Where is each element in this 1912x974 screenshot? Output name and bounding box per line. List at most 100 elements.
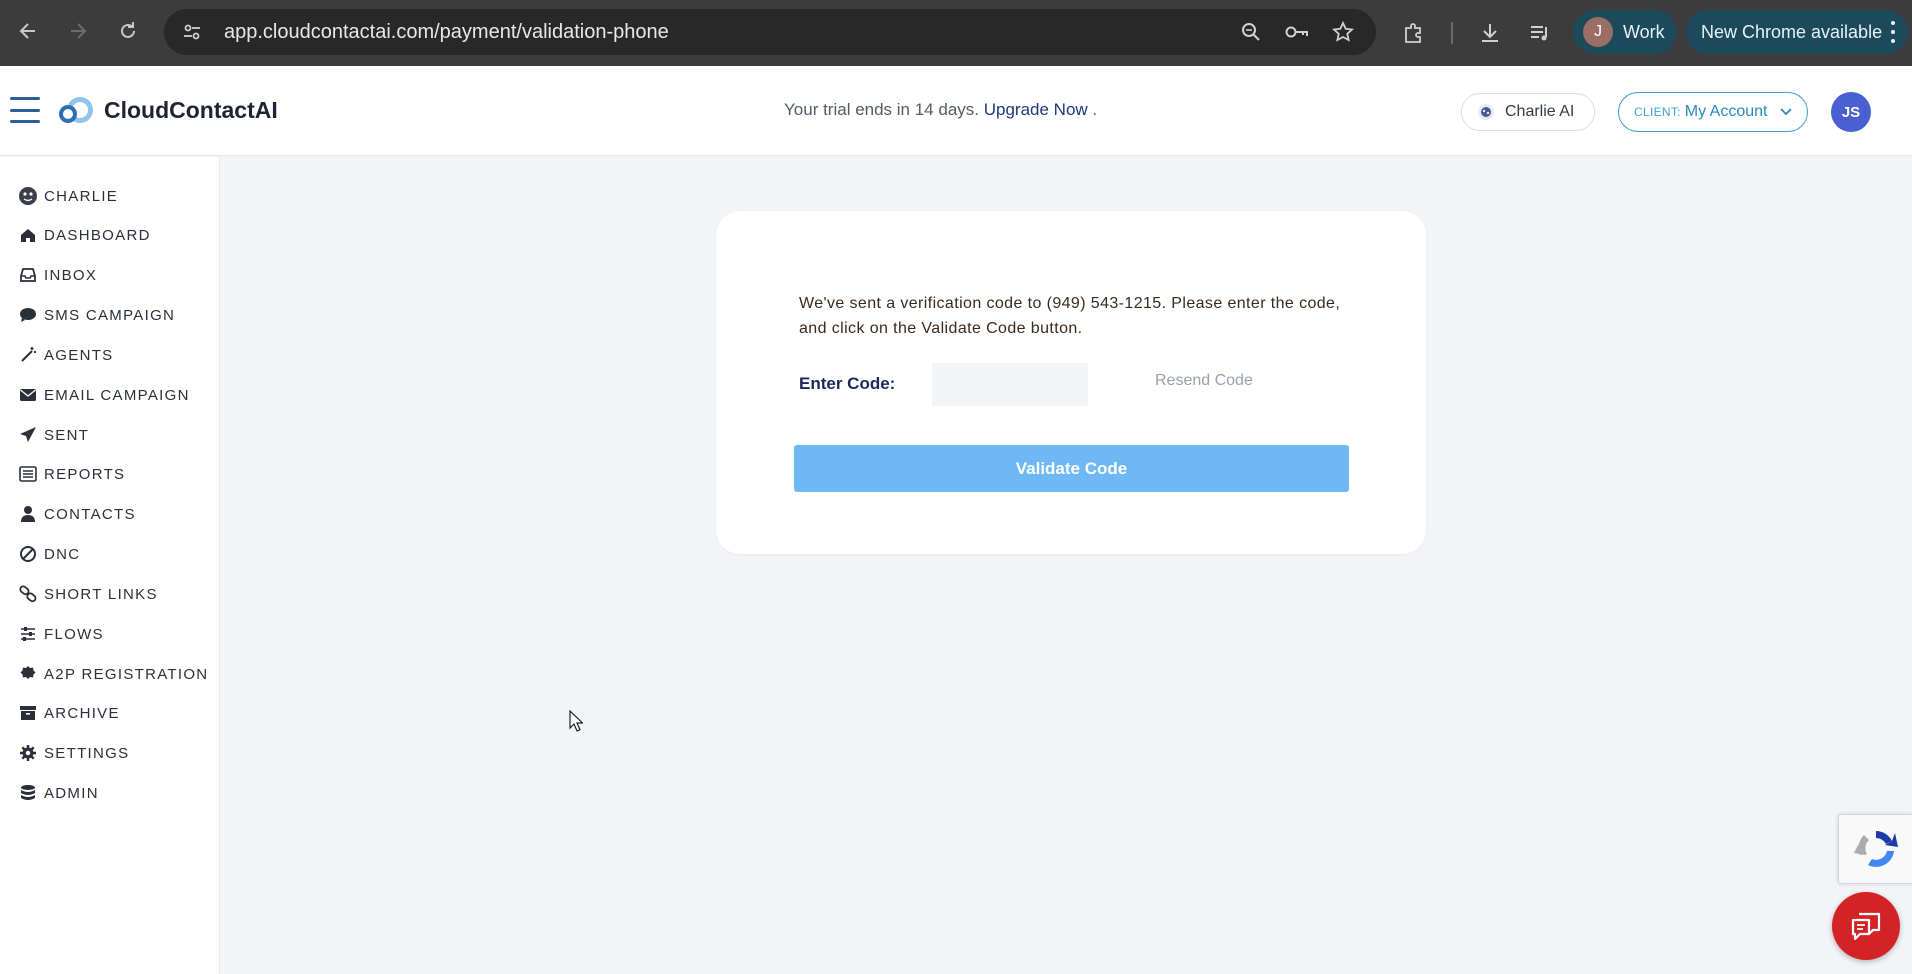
client-value: My Account (1684, 103, 1768, 120)
star-icon (1332, 21, 1354, 42)
magic-wand-icon (18, 345, 38, 365)
sidebar-item-inbox[interactable]: INBOX (18, 260, 97, 290)
database-icon (18, 783, 38, 803)
site-info-button[interactable] (170, 10, 214, 54)
sidebar-item-archive[interactable]: ARCHIVE (18, 698, 120, 728)
recaptcha-badge[interactable] (1838, 814, 1912, 884)
playlist-icon (1531, 26, 1547, 41)
sidebar-item-label: DNC (44, 545, 81, 563)
mouse-cursor-icon (569, 710, 583, 732)
sidebar-item-settings[interactable]: SETTINGS (18, 738, 129, 768)
back-button[interactable] (14, 17, 42, 45)
enter-code-label: Enter Code: (799, 374, 896, 393)
cloud-logo-icon (59, 97, 93, 123)
back-arrow-icon (19, 23, 35, 39)
charlie-brain-icon (1478, 104, 1494, 120)
trial-notice: Your trial ends in 14 days. Upgrade Now … (784, 100, 1097, 120)
sidebar-item-sms-campaign[interactable]: SMS CAMPAIGN (18, 300, 175, 330)
sidebar-item-label: EMAIL CAMPAIGN (44, 386, 190, 404)
paper-plane-icon (18, 425, 38, 445)
charlie-ai-button[interactable]: Charlie AI (1461, 93, 1595, 131)
sidebar-item-label: CHARLIE (44, 187, 119, 205)
client-prefix: CLIENT: (1634, 105, 1681, 119)
sidebar-item-contacts[interactable]: CONTACTS (18, 499, 136, 529)
brand-name: CloudContactAI (104, 96, 278, 123)
reload-button[interactable] (114, 17, 142, 45)
sidebar-item-dashboard[interactable]: DASHBOARD (18, 220, 151, 250)
update-label: New Chrome available (1701, 21, 1883, 42)
charlie-ai-label: Charlie AI (1505, 103, 1575, 120)
trial-suffix: . (1092, 100, 1098, 119)
sidebar-item-label: SETTINGS (44, 744, 130, 762)
forward-arrow-icon (71, 23, 87, 39)
sidebar-item-label: CONTACTS (44, 505, 136, 523)
sidebar-item-label: INBOX (44, 266, 98, 284)
zoom-icon (1242, 23, 1260, 41)
sidebar-item-a2p-registration[interactable]: A2P REGISTRATION (18, 659, 208, 689)
sidebar-item-label: SMS CAMPAIGN (44, 306, 176, 324)
sidebar-item-dnc[interactable]: DNC (18, 539, 80, 569)
url-text[interactable]: app.cloudcontactai.com/payment/validatio… (224, 21, 669, 44)
puzzle-icon (1405, 23, 1421, 43)
sidebar-item-reports[interactable]: REPORTS (18, 459, 125, 489)
toolbar-divider (1451, 22, 1453, 44)
user-avatar[interactable]: JS (1831, 92, 1871, 132)
sidebar-item-sent[interactable]: SENT (18, 420, 89, 450)
extensions-button[interactable] (1400, 19, 1428, 47)
link-icon (18, 584, 38, 604)
brand-logo[interactable]: CloudContactAI (56, 94, 278, 126)
sidebar-item-label: AGENTS (44, 346, 114, 364)
client-selector[interactable]: CLIENT: My Account (1618, 92, 1808, 132)
sidebar: CHARLIE DASHBOARD INBOX SMS CAMPAIGN AGE… (0, 157, 220, 974)
key-icon (1285, 26, 1308, 38)
sidebar-item-charlie[interactable]: CHARLIE (18, 181, 118, 211)
sidebar-item-label: FLOWS (44, 625, 104, 643)
address-bar[interactable]: app.cloudcontactai.com/payment/validatio… (164, 9, 1376, 55)
sidebar-item-label: REPORTS (44, 465, 126, 483)
inbox-icon (18, 265, 38, 285)
user-icon (18, 504, 38, 524)
passwords-button[interactable] (1284, 19, 1310, 45)
sidebar-item-label: DASHBOARD (44, 226, 151, 244)
profile-label: Work (1623, 21, 1665, 42)
sidebar-item-email-campaign[interactable]: EMAIL CAMPAIGN (18, 380, 190, 410)
chat-icon (1851, 912, 1881, 941)
sidebar-item-label: SENT (44, 426, 90, 444)
support-chat-button[interactable] (1832, 892, 1900, 960)
chat-bubble-icon (18, 305, 38, 325)
reload-icon (121, 22, 135, 38)
archive-box-icon (18, 703, 38, 723)
upgrade-now-link[interactable]: Upgrade Now (984, 100, 1088, 119)
envelope-icon (18, 385, 38, 405)
hamburger-menu-button[interactable] (10, 97, 40, 123)
sidebar-item-agents[interactable]: AGENTS (18, 340, 113, 370)
downloads-button[interactable] (1476, 19, 1504, 47)
sidebar-item-short-links[interactable]: SHORT LINKS (18, 579, 158, 609)
forward-button[interactable] (64, 17, 92, 45)
resend-code-link[interactable]: Resend Code (1155, 372, 1253, 390)
recaptcha-icon (1853, 831, 1898, 867)
chevron-down-icon (1780, 108, 1792, 116)
sidebar-item-label: ADMIN (44, 784, 99, 802)
ban-icon (18, 544, 38, 564)
sidebar-item-label: SHORT LINKS (44, 585, 158, 603)
validate-code-button[interactable]: Validate Code (794, 445, 1349, 492)
sidebar-item-label: ARCHIVE (44, 704, 120, 722)
sidebar-item-flows[interactable]: FLOWS (18, 619, 104, 649)
gear-icon (18, 743, 38, 763)
list-icon (18, 464, 38, 484)
verification-card: We've sent a verification code to (949) … (716, 211, 1426, 554)
zoom-button[interactable] (1238, 19, 1264, 45)
sidebar-item-label: A2P REGISTRATION (44, 665, 209, 683)
app-header: CloudContactAI Your trial ends in 14 day… (0, 66, 1912, 156)
download-icon (1482, 24, 1498, 42)
bookmark-button[interactable] (1330, 19, 1356, 45)
more-menu-icon (1890, 21, 1896, 43)
media-controls-button[interactable] (1526, 19, 1554, 47)
sidebar-item-admin[interactable]: ADMIN (18, 778, 99, 808)
sliders-icon (18, 624, 38, 644)
certificate-icon (18, 664, 38, 684)
profile-button[interactable]: J Work (1573, 10, 1677, 54)
chrome-update-button[interactable]: New Chrome available (1686, 10, 1908, 54)
verification-code-input[interactable] (932, 363, 1088, 406)
